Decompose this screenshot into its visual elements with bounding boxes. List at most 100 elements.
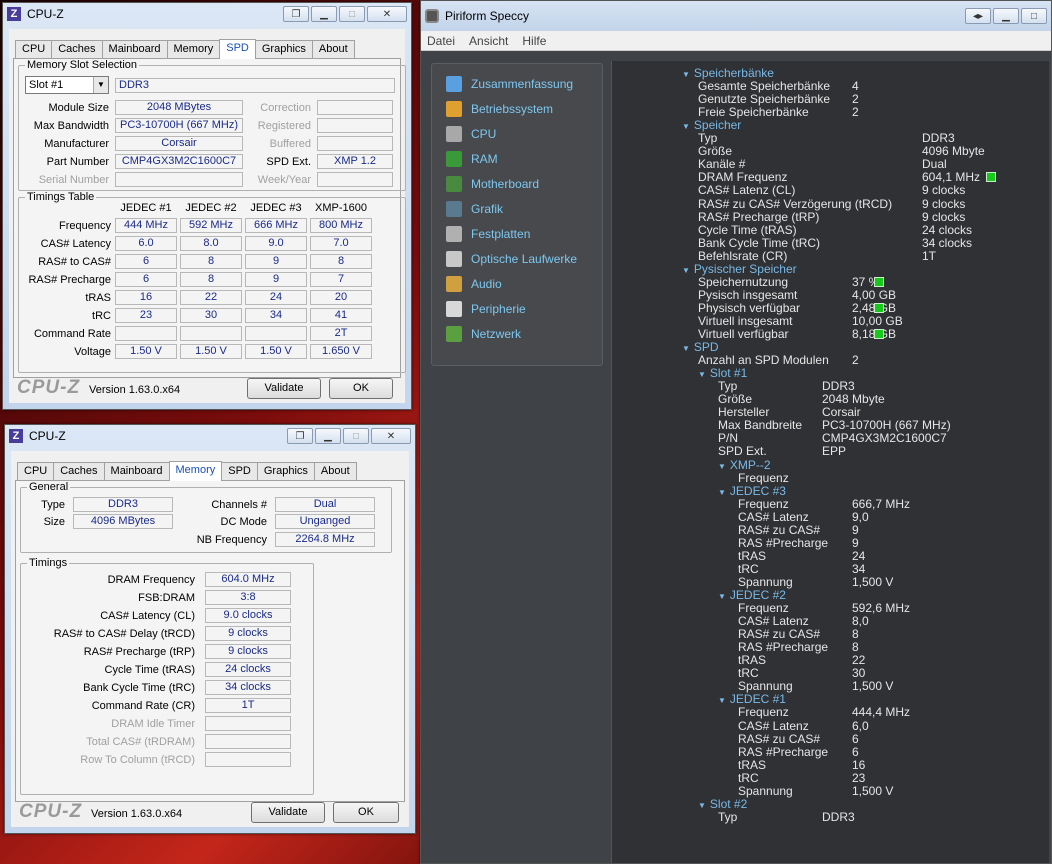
restore-icon[interactable]: ❐: [287, 428, 313, 444]
nav-item-grafik[interactable]: Grafik: [446, 199, 503, 219]
collapse-icon[interactable]: ▼: [718, 696, 726, 705]
type-label: Type: [41, 499, 65, 511]
tab-cpu[interactable]: CPU: [17, 462, 55, 481]
collapse-icon[interactable]: ▼: [698, 370, 706, 379]
nav-item-label: Peripherie: [471, 302, 526, 316]
nav-item-ram[interactable]: RAM: [446, 149, 498, 169]
mouse-icon: [446, 301, 462, 317]
nav-item-motherboard[interactable]: Motherboard: [446, 174, 539, 194]
menu-hilfe[interactable]: Hilfe: [522, 34, 546, 48]
spd-label: Serial Number: [38, 174, 109, 186]
speccy-main: Zusammenfassung Betriebssystem CPU RAM Mothe…: [421, 53, 1051, 863]
version-label: Version 1.63.0.x64: [91, 808, 183, 820]
tree-property-value: 10,00 GB: [852, 313, 903, 328]
tab-about[interactable]: About: [311, 40, 355, 59]
timing-value-field: 23: [115, 308, 177, 323]
tab-spd[interactable]: SPD: [221, 462, 258, 481]
slot-select[interactable]: Slot #1 ▼: [25, 76, 109, 94]
collapse-icon[interactable]: ▼: [698, 801, 706, 810]
tab-caches[interactable]: Caches: [53, 462, 105, 481]
window-title: CPU-Z: [27, 7, 64, 21]
timing-value-field: 34 clocks: [205, 680, 291, 695]
maximize-button[interactable]: □: [339, 6, 365, 22]
tab-memory[interactable]: Memory: [168, 461, 223, 481]
tree-property-value: DDR3: [822, 809, 855, 824]
restore-icon[interactable]: ❐: [283, 6, 309, 22]
tab-caches[interactable]: Caches: [51, 40, 103, 59]
tab-memory[interactable]: Memory: [166, 40, 221, 59]
timing-value-field: 16: [115, 290, 177, 305]
validate-button[interactable]: Validate: [251, 802, 325, 823]
nav-item-festplatten[interactable]: Festplatten: [446, 224, 530, 244]
validate-button[interactable]: Validate: [247, 378, 321, 399]
collapse-icon[interactable]: ▼: [718, 488, 726, 497]
nav-item-label: RAM: [471, 152, 498, 166]
menu-bar: Datei Ansicht Hilfe: [421, 31, 1051, 51]
tree-property-value: DDR3: [822, 379, 855, 394]
maximize-button[interactable]: □: [343, 428, 369, 444]
timing-row-label: Voltage: [74, 346, 111, 358]
speccy-titlebar[interactable]: Piriform Speccy ◂▸ ▁ □: [421, 1, 1051, 31]
nav-item-label: Netzwerk: [471, 327, 522, 341]
nav-item-audio[interactable]: Audio: [446, 274, 502, 294]
tab-cpu[interactable]: CPU: [15, 40, 53, 59]
spd-value-field: 2048 MBytes: [115, 100, 243, 115]
menu-datei[interactable]: Datei: [427, 34, 455, 48]
tab-spd[interactable]: SPD: [219, 39, 256, 59]
collapse-icon[interactable]: ▼: [718, 592, 726, 601]
column-header: JEDEC #3: [250, 202, 302, 214]
tree-section-label: Speicher: [693, 118, 742, 133]
cpuz-logo: CPU-Z: [17, 377, 81, 398]
maximize-button[interactable]: □: [1021, 8, 1047, 24]
tab-graphics[interactable]: Graphics: [254, 40, 313, 59]
column-header: JEDEC #1: [120, 202, 172, 214]
nav-item-label: Motherboard: [471, 177, 540, 191]
nav-item-betriebssystem[interactable]: Betriebssystem: [446, 99, 553, 119]
nav-item-zusammenfassung[interactable]: Zusammenfassung: [446, 74, 573, 94]
nav-item-netzwerk[interactable]: Netzwerk: [446, 324, 521, 344]
window-title: Piriform Speccy: [445, 9, 530, 23]
minimize-button[interactable]: ▁: [315, 428, 341, 444]
spd-label: Correction: [260, 102, 311, 114]
cpu-icon: [446, 126, 462, 142]
memory-panel: General Type DDR3 Size 4096 MBytes Chann…: [15, 480, 405, 802]
close-button[interactable]: ✕: [371, 428, 411, 444]
tab-about[interactable]: About: [313, 462, 357, 481]
spd-value-field: [115, 172, 243, 187]
tab-mainboard[interactable]: Mainboard: [101, 40, 168, 59]
tree-property-value: 9 clocks: [922, 183, 966, 198]
tree-property-value: 9 clocks: [922, 209, 966, 224]
ok-button[interactable]: OK: [329, 378, 393, 399]
tab-mainboard[interactable]: Mainboard: [103, 462, 170, 481]
cpuz-spd-titlebar[interactable]: Z CPU-Z ❐ ▁ □ ✕: [3, 3, 411, 25]
tree-property-value: DDR3: [922, 131, 955, 146]
collapse-icon[interactable]: ▼: [682, 344, 690, 353]
ok-button[interactable]: OK: [333, 802, 399, 823]
minimize-button[interactable]: ▁: [311, 6, 337, 22]
collapse-icon[interactable]: ▼: [682, 266, 690, 275]
memory-slot-group: Memory Slot Selection Slot #1 ▼ DDR3 Mod…: [18, 59, 406, 191]
nav-item-cpu[interactable]: CPU: [446, 124, 496, 144]
detail-tree[interactable]: ▼ Speicherbänke Gesamte Speicherbänke 4 Genu…: [611, 61, 1049, 863]
tree-property-value: 2: [852, 92, 859, 107]
menu-ansicht[interactable]: Ansicht: [469, 34, 508, 48]
restore-icon[interactable]: ◂▸: [965, 8, 991, 24]
tree-property-value: 6: [852, 744, 859, 759]
close-button[interactable]: ✕: [367, 6, 407, 22]
collapse-icon[interactable]: ▼: [682, 122, 690, 131]
tree-property-value: 604,1 MHz: [922, 170, 981, 185]
tab-graphics[interactable]: Graphics: [256, 462, 315, 481]
timing-value-field: 9.0: [245, 236, 307, 251]
nav-item-peripherie[interactable]: Peripherie: [446, 299, 526, 319]
chevron-down-icon[interactable]: ▼: [93, 77, 108, 93]
cpuz-memory-titlebar[interactable]: Z CPU-Z ❐ ▁ □ ✕: [5, 425, 415, 447]
collapse-icon[interactable]: ▼: [718, 462, 726, 471]
minimize-button[interactable]: ▁: [993, 8, 1019, 24]
channels-label: Channels #: [211, 499, 267, 511]
timing-value-field: 20: [310, 290, 372, 305]
tab-strip: CPU Caches Mainboard Memory SPD Graphics About: [17, 461, 357, 481]
tree-property-value: 8: [852, 640, 859, 655]
collapse-icon[interactable]: ▼: [682, 70, 690, 79]
summary-icon: [446, 76, 462, 92]
nav-item-optische-laufwerke[interactable]: Optische Laufwerke: [446, 249, 577, 269]
